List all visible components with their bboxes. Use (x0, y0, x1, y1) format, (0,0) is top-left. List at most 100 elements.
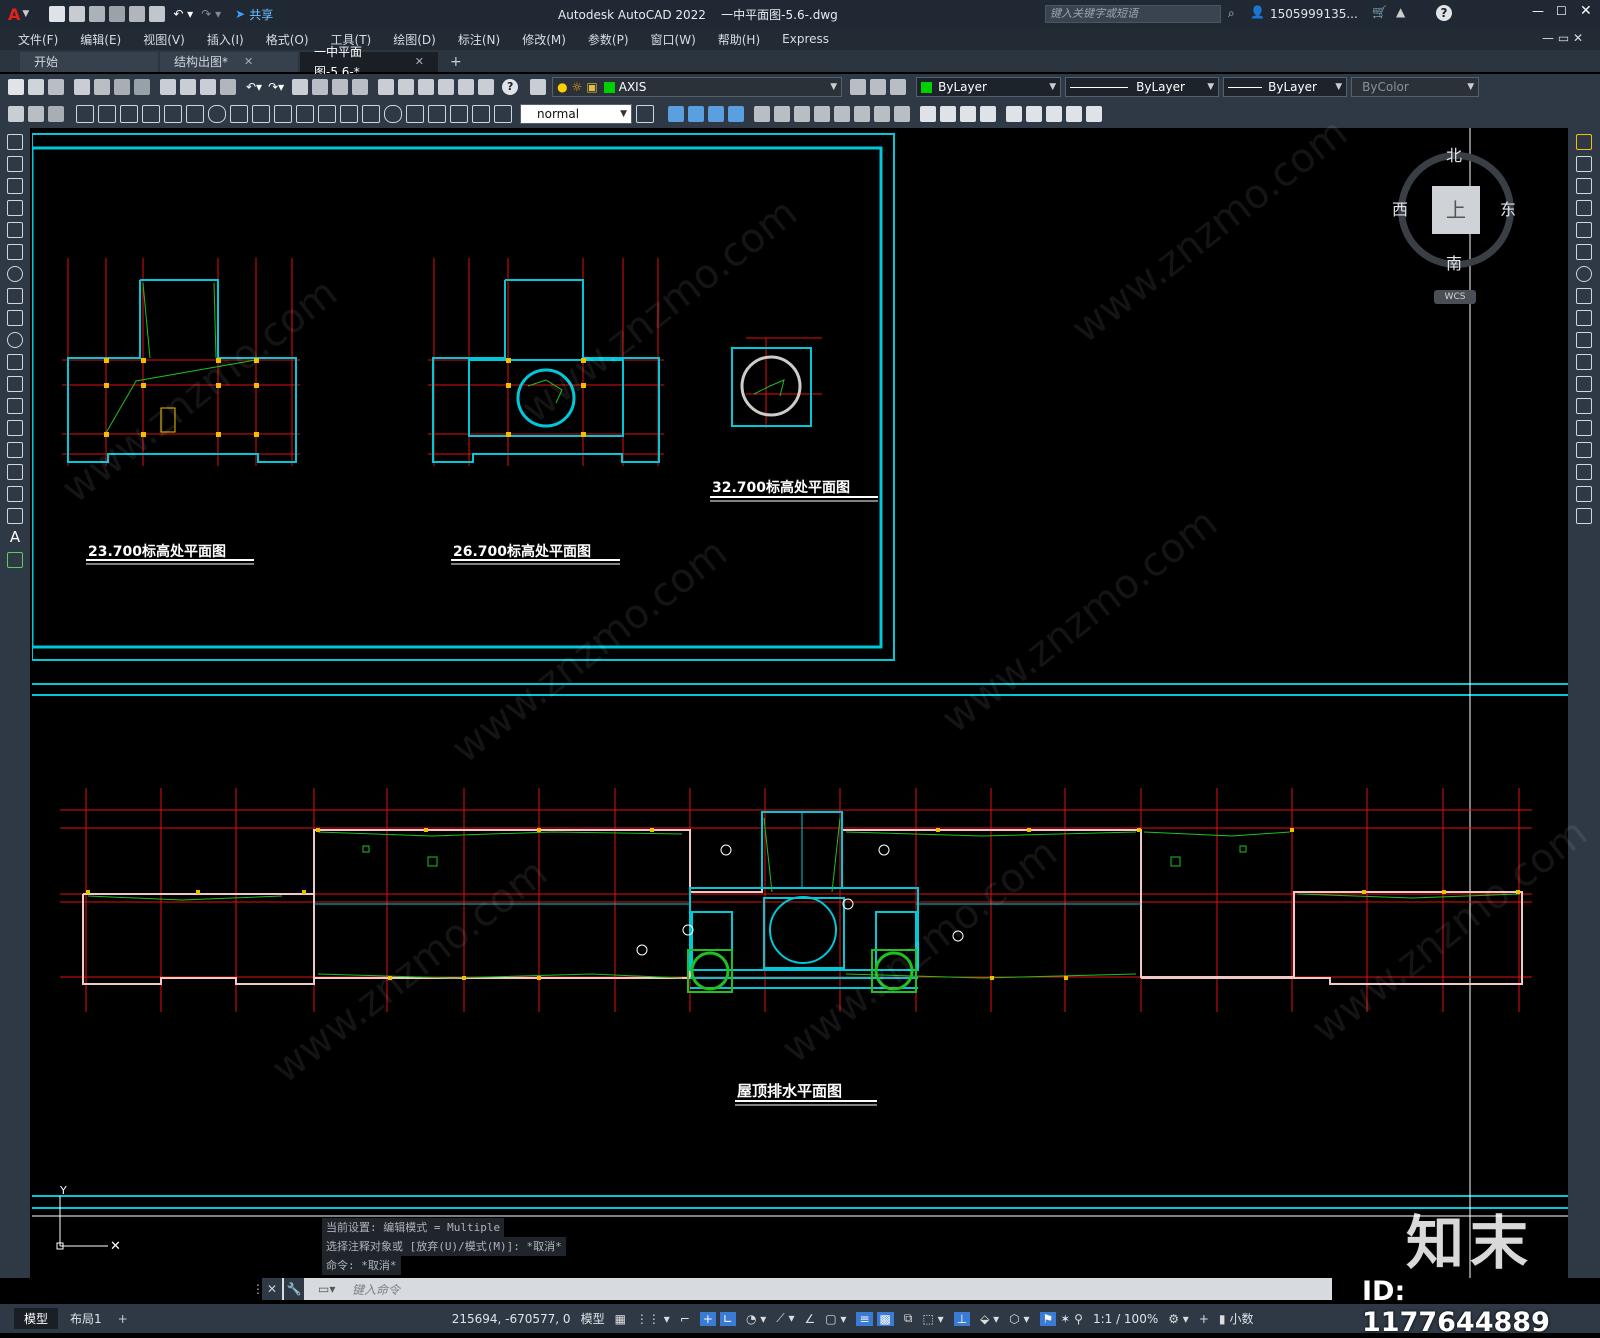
units-dropdown[interactable]: 小数 (1230, 1310, 1254, 1327)
add-layout-icon[interactable]: + (118, 1312, 128, 1326)
dropdown-arrow-icon[interactable]: ▼ (22, 9, 29, 19)
materials-icon[interactable] (960, 106, 976, 122)
cut-icon[interactable] (160, 79, 176, 95)
annotate-plus-icon[interactable]: + (1199, 1312, 1209, 1326)
plan-label-26700[interactable]: 26.700标高处平面图 (453, 543, 591, 560)
layer-previous-icon[interactable] (870, 79, 887, 95)
gradient-icon[interactable] (7, 464, 23, 480)
layer-current-icon[interactable] (850, 79, 867, 95)
menu-dimension[interactable]: 标注(N) (458, 31, 500, 48)
solid-intersect-icon[interactable] (728, 106, 744, 122)
linear-dim-icon[interactable] (76, 105, 94, 123)
qselect-icon[interactable] (8, 106, 24, 122)
command-input[interactable]: 键入命令 (352, 1281, 400, 1298)
lights-icon[interactable] (980, 106, 996, 122)
command-line[interactable]: ⋮ ✕ 🔧 ▭▾ 键入命令 (252, 1278, 1332, 1300)
osnap-track-icon[interactable]: ∠ (805, 1312, 816, 1326)
compass-south[interactable]: 南 (1446, 250, 1462, 274)
fly-icon[interactable] (1046, 106, 1062, 122)
jogged-linear-icon[interactable] (428, 105, 446, 123)
menu-draw[interactable]: 绘图(D) (393, 31, 436, 48)
publish-icon[interactable] (129, 6, 146, 22)
paste-icon[interactable] (200, 79, 216, 95)
plan-26700[interactable] (428, 258, 664, 466)
dim-break-icon[interactable] (340, 105, 358, 123)
linetype-dropdown[interactable]: ByLayer ▼ (1065, 77, 1220, 97)
menu-file[interactable]: 文件(F) (18, 31, 58, 48)
drawing-canvas[interactable]: 23.700标高处平面图 26.700标高处平面图 32.700标高处平面图 屋… (30, 110, 1596, 1278)
sheetset-icon[interactable] (438, 79, 455, 95)
fillet-icon[interactable] (1576, 464, 1592, 480)
plan-label-roof[interactable]: 屋顶排水平面图 (737, 1082, 842, 1100)
roof-drainage-plan[interactable] (60, 788, 1532, 1012)
new-file-icon[interactable] (49, 6, 66, 22)
copy-object-icon[interactable] (1576, 156, 1592, 172)
solid-subtract-icon[interactable] (708, 106, 724, 122)
angular-dim-icon[interactable] (230, 105, 248, 123)
menu-insert[interactable]: 插入(I) (207, 31, 244, 48)
array-icon[interactable] (1576, 222, 1592, 238)
point-icon[interactable] (7, 420, 23, 436)
maximize-icon[interactable]: ☐ (1556, 4, 1567, 18)
table-icon[interactable] (7, 508, 23, 524)
new-tab-icon[interactable]: + (450, 52, 462, 72)
undo-icon[interactable]: ↶ ▾ (173, 7, 193, 21)
menu-window[interactable]: 窗口(W) (651, 31, 696, 48)
circle-icon[interactable] (7, 266, 23, 282)
polyline-icon[interactable] (7, 178, 23, 194)
dimstyle-manager-icon[interactable] (636, 105, 654, 123)
3dosnap-icon[interactable]: ⬚ ▾ (922, 1312, 943, 1326)
polar-icon[interactable]: ◔ ▾ (746, 1312, 766, 1326)
interfere-icon[interactable] (874, 106, 890, 122)
lineweight-icon[interactable]: ≡ (856, 1311, 873, 1326)
compass-east[interactable]: 东 (1500, 196, 1516, 220)
copy-icon[interactable] (180, 79, 196, 95)
trim-icon[interactable] (1576, 332, 1592, 348)
menu-format[interactable]: 格式(O) (266, 31, 309, 48)
viewcube-top-face[interactable]: 上 (1432, 186, 1480, 234)
save-icon[interactable] (89, 6, 106, 22)
menu-parametric[interactable]: 参数(P) (588, 31, 629, 48)
menu-edit[interactable]: 编辑(E) (80, 31, 121, 48)
dim-update-icon[interactable] (494, 105, 512, 123)
save-icon[interactable] (48, 79, 64, 95)
close-icon[interactable]: ✕ (262, 1278, 282, 1300)
isodraft-icon[interactable]: ⟋ ▾ (776, 1311, 794, 1326)
matchprop-icon[interactable] (220, 79, 236, 95)
visual-style-icon[interactable] (920, 106, 936, 122)
solid-union-icon[interactable] (688, 106, 704, 122)
a360-icon[interactable]: ▲ (1396, 5, 1405, 19)
mirror-icon[interactable] (1576, 178, 1592, 194)
grid-icon[interactable]: ▦ (615, 1312, 626, 1326)
minimize-icon[interactable]: — (1532, 4, 1544, 18)
presspull-icon[interactable] (774, 106, 790, 122)
calculator-icon[interactable] (478, 79, 495, 95)
cart-icon[interactable]: 🛒 (1372, 5, 1387, 19)
chamfer-icon[interactable] (1576, 442, 1592, 458)
lineweight-dropdown[interactable]: ByLayer ▼ (1223, 77, 1348, 97)
zoom-window-icon[interactable] (332, 79, 349, 95)
share-icon[interactable]: ➤ (235, 7, 245, 21)
rectangle-icon[interactable] (7, 222, 23, 238)
search-input[interactable]: 键入关键字或短语 (1045, 5, 1221, 23)
menu-modify[interactable]: 修改(M) (522, 31, 566, 48)
diameter-dim-icon[interactable] (208, 105, 226, 123)
redo-icon[interactable]: ↷▾ (268, 80, 284, 94)
annotation-scale[interactable]: 1:1 / 100% (1093, 1312, 1158, 1326)
autocad-logo-icon[interactable]: A (8, 5, 20, 24)
polygon-icon[interactable] (7, 200, 23, 216)
blend-icon[interactable] (1576, 486, 1592, 502)
join-icon[interactable] (1576, 420, 1592, 436)
compass-north[interactable]: 北 (1446, 142, 1462, 166)
design-center-icon[interactable] (398, 79, 415, 95)
menu-view[interactable]: 视图(V) (143, 31, 185, 48)
plot-icon[interactable] (149, 6, 166, 22)
make-block-icon[interactable] (48, 106, 64, 122)
dim-edit-icon[interactable] (450, 105, 468, 123)
loft-icon[interactable] (834, 106, 850, 122)
close-tab-icon[interactable]: ✕ (415, 52, 424, 72)
ucs-dynamic-icon[interactable]: ⊥ (953, 1311, 971, 1326)
close-icon[interactable]: ✕ (1580, 3, 1592, 19)
undo-icon[interactable]: ↶▾ (246, 80, 262, 94)
arc-icon[interactable] (7, 244, 23, 260)
